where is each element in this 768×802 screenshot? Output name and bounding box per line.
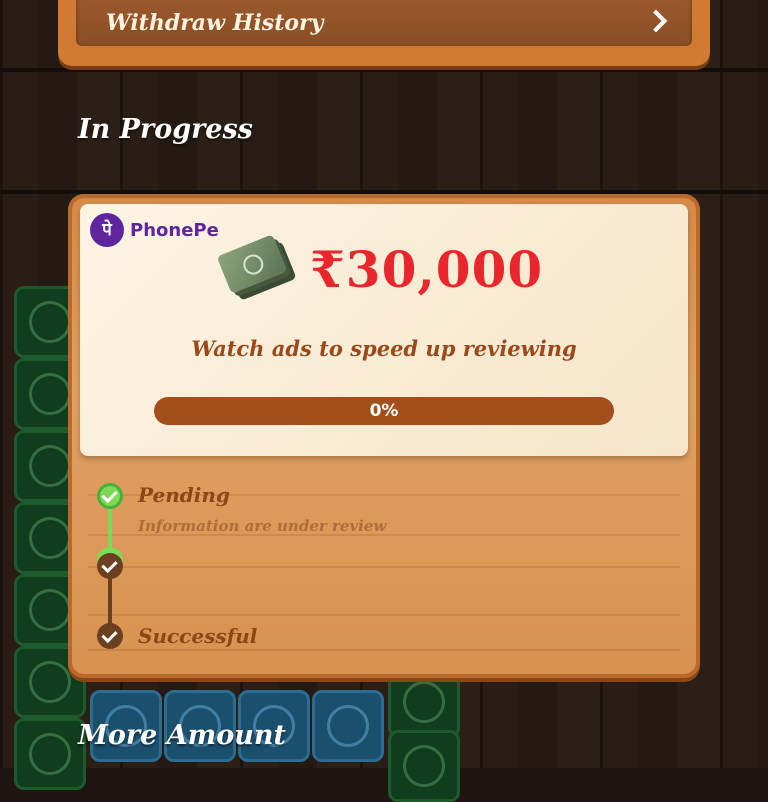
withdraw-amount: ₹30,000 [310, 240, 544, 299]
review-progress-bar: 0% [154, 397, 614, 425]
provider-name: PhonePe [130, 220, 219, 241]
timeline-connector [108, 570, 112, 630]
section-title-in-progress: In Progress [78, 114, 253, 145]
plank-divider [0, 68, 768, 72]
step-pending-check-icon [97, 483, 123, 509]
progress-label: 0% [369, 401, 399, 421]
step-desc-pending: Information are under review [138, 517, 387, 535]
withdraw-history-panel: Withdraw History [76, 0, 692, 46]
step-successful-check-icon [97, 623, 123, 649]
step-title-pending: Pending [138, 483, 230, 507]
watch-ads-button[interactable]: Watch ads to speed up reviewing [0, 336, 768, 361]
chevron-right-icon [644, 9, 668, 33]
step-title-successful: Successful [138, 624, 258, 648]
withdraw-history-button[interactable]: Withdraw History [58, 0, 710, 66]
section-title-more-amount: More Amount [78, 720, 286, 751]
withdraw-history-label: Withdraw History [106, 10, 324, 36]
step-mid-check-icon [97, 553, 123, 579]
phonepe-logo-icon: पे [90, 213, 124, 247]
